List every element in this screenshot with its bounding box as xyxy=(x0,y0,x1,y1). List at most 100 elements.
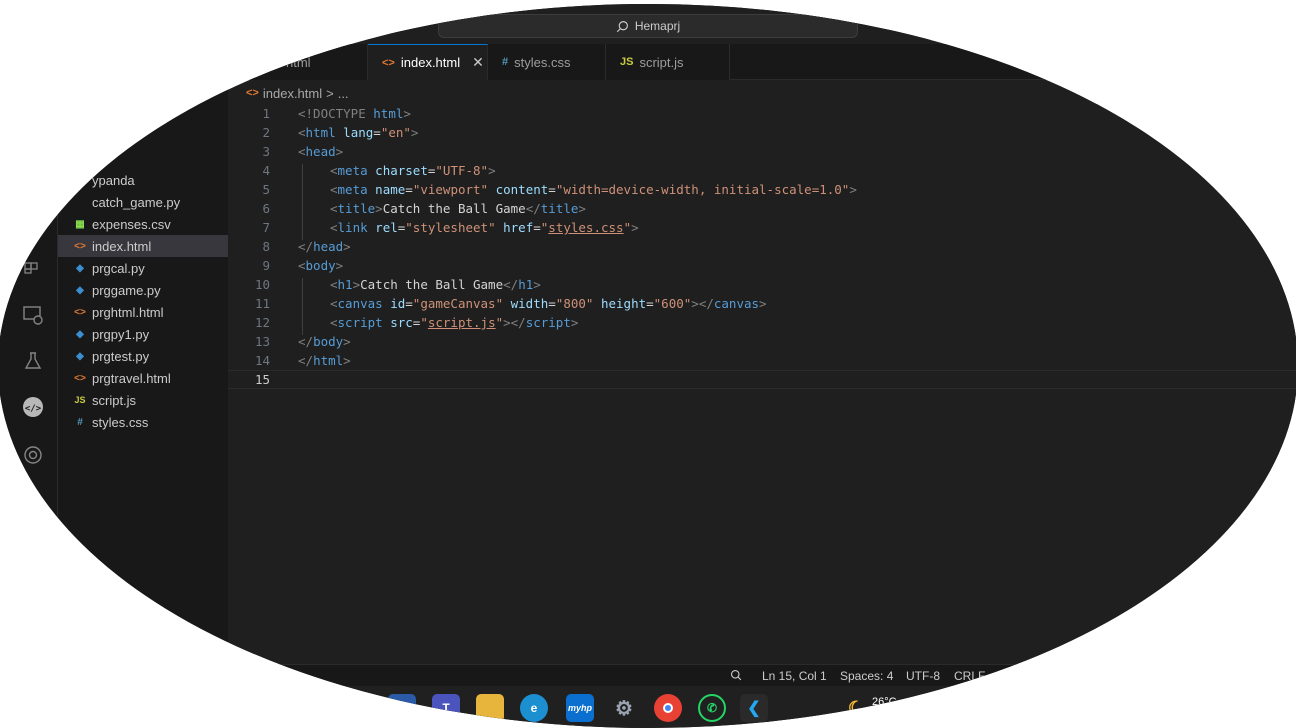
explorer-item-label: prgpy1.py xyxy=(92,326,150,342)
line-number: 6 xyxy=(262,201,270,216)
tab-index-html[interactable]: <> index.html ✕ xyxy=(368,44,488,80)
remote-explorer-icon[interactable] xyxy=(20,302,46,328)
explorer-item-index-html[interactable]: <> index.html xyxy=(58,235,228,257)
chat-code-icon[interactable]: </> xyxy=(20,394,46,420)
tab-html[interactable]: html xyxy=(228,44,368,80)
line-number: 14 xyxy=(254,353,270,368)
code-line: 8 </head> xyxy=(228,237,1296,256)
html-file-icon: <> xyxy=(246,87,259,99)
js-file-icon: JS xyxy=(74,395,86,405)
tab-label: html xyxy=(286,54,311,70)
extensions-icon[interactable] xyxy=(20,252,46,278)
tab-label: index.html xyxy=(400,55,461,70)
tab-styles-css[interactable]: # styles.css xyxy=(488,44,606,80)
python-file-icon: ◆ xyxy=(76,328,84,340)
zoom-search-icon[interactable] xyxy=(730,669,742,684)
close-icon[interactable]: ✕ xyxy=(472,54,484,71)
file-explorer-icon[interactable] xyxy=(476,694,504,722)
code-text: <canvas id="gameCanvas" width="800" heig… xyxy=(330,296,767,311)
code-line: 14 </html> xyxy=(228,351,1296,370)
whatsapp-icon[interactable]: ✆ xyxy=(698,694,726,722)
explorer-item-prgpy1-py[interactable]: ◆ prgpy1.py xyxy=(58,323,228,345)
explorer-item-prggame-py[interactable]: ◆ prggame.py xyxy=(58,279,228,301)
html-file-icon: <> xyxy=(74,240,86,252)
weather-moon-icon[interactable]: ☾ xyxy=(842,694,870,722)
tab-label: styles.css xyxy=(514,54,571,70)
explorer-item-label: script.js xyxy=(92,392,137,408)
code-line: 6 <title>Catch the Ball Game</title> xyxy=(228,199,1296,218)
file-explorer: ypanda catch_game.py ▦ expenses.csv <> ind… xyxy=(58,40,228,668)
python-file-icon: ◆ xyxy=(76,284,84,296)
status-bar: Ln 15, Col 1 Spaces: 4 UTF-8 CRLF {} xyxy=(0,664,1296,686)
code-text: </body> xyxy=(298,334,351,349)
indentation[interactable]: Spaces: 4 xyxy=(840,669,893,683)
explorer-item-prghtml-html[interactable]: <> prghtml.html xyxy=(58,301,228,323)
title-bar: Hemaprj xyxy=(0,4,1296,40)
line-number: 2 xyxy=(262,125,270,140)
code-text: <!DOCTYPE html> xyxy=(298,106,411,121)
code-line: 11 <canvas id="gameCanvas" width="800" he… xyxy=(228,294,1296,313)
search-icon xyxy=(616,20,628,32)
vscode-window: Hemaprj </> ypanda catch_game.py ▦ expens… xyxy=(0,4,1296,728)
js-file-icon: JS xyxy=(620,56,634,68)
cursor-position[interactable]: Ln 15, Col 1 xyxy=(762,669,827,683)
chrome-icon[interactable] xyxy=(654,694,682,722)
explorer-item-prgtest-py[interactable]: ◆ prgtest.py xyxy=(58,345,228,367)
breadcrumb-separator: > xyxy=(326,85,334,101)
csv-file-icon: ▦ xyxy=(75,218,85,230)
explorer-item-catch-game-py[interactable]: catch_game.py xyxy=(58,191,228,213)
explorer-item-styles-css[interactable]: # styles.css xyxy=(58,411,228,433)
command-center-search[interactable]: Hemaprj xyxy=(438,14,858,38)
explorer-item-label: catch_game.py xyxy=(92,194,181,210)
line-number: 13 xyxy=(254,334,270,349)
line-number: 11 xyxy=(254,296,270,311)
python-file-icon: ◆ xyxy=(76,262,84,274)
explorer-item-prgcal-py[interactable]: ◆ prgcal.py xyxy=(58,257,228,279)
code-line: 1 <!DOCTYPE html> xyxy=(228,104,1296,123)
explorer-item-label: prgtest.py xyxy=(92,348,150,364)
html-file-icon: <> xyxy=(382,56,395,69)
myhp-icon[interactable]: myhp xyxy=(566,694,594,722)
code-text: <link rel="stylesheet" href="styles.css"… xyxy=(330,220,639,235)
explorer-item-label: styles.css xyxy=(92,414,149,430)
line-number: 12 xyxy=(254,315,270,330)
code-editor[interactable]: 1 <!DOCTYPE html> 2 <html lang="en"> 3 <hea… xyxy=(228,104,1296,664)
line-number: 9 xyxy=(262,258,270,273)
line-number: 1 xyxy=(262,106,270,121)
html-file-icon: <> xyxy=(74,306,86,318)
line-number: 10 xyxy=(254,277,270,292)
python-file-icon: ◆ xyxy=(76,350,84,362)
breadcrumb-rest[interactable]: ... xyxy=(338,86,349,101)
explorer-item-script-js[interactable]: JS script.js xyxy=(58,389,228,411)
settings-gear-icon[interactable]: ⚙ xyxy=(610,694,638,722)
code-text: <body> xyxy=(298,258,344,273)
workspace-name: Hemaprj xyxy=(634,19,681,33)
vscode-icon[interactable]: ❮ xyxy=(740,694,768,722)
svg-text:</>: </> xyxy=(25,404,42,414)
explorer-item-prgtravel-html[interactable]: <> prgtravel.html xyxy=(58,367,228,389)
code-line: 4 <meta charset="UTF-8"> xyxy=(228,161,1296,180)
teams-icon[interactable]: T xyxy=(432,694,460,722)
explorer-item-label: prgcal.py xyxy=(92,260,145,276)
explorer-item-folder[interactable]: ypanda xyxy=(58,169,228,191)
breadcrumb: <> index.html > ... xyxy=(246,84,349,102)
line-number: 3 xyxy=(262,144,270,159)
explorer-item-expenses-csv[interactable]: ▦ expenses.csv xyxy=(58,213,228,235)
language-mode[interactable]: {} xyxy=(996,669,1004,683)
tab-script-js[interactable]: JS script.js xyxy=(606,44,730,80)
code-text: <meta name="viewport" content="width=dev… xyxy=(330,182,857,197)
html-file-icon: <> xyxy=(74,372,86,384)
openai-icon[interactable] xyxy=(20,442,46,468)
testing-flask-icon[interactable] xyxy=(20,348,46,374)
code-text: <head> xyxy=(298,144,344,159)
tab-label: script.js xyxy=(639,54,684,70)
end-of-line[interactable]: CRLF xyxy=(954,669,985,683)
explorer-item-label: ypanda xyxy=(92,172,135,188)
weather-temperature: 26°C xyxy=(872,696,897,708)
encoding[interactable]: UTF-8 xyxy=(906,669,940,683)
explorer-window-icon[interactable] xyxy=(388,694,416,722)
link-styles-css[interactable]: styles.css xyxy=(548,220,623,235)
breadcrumb-file[interactable]: index.html xyxy=(263,86,322,101)
edge-icon[interactable]: e xyxy=(520,694,548,722)
link-script-js[interactable]: script.js xyxy=(428,315,496,330)
